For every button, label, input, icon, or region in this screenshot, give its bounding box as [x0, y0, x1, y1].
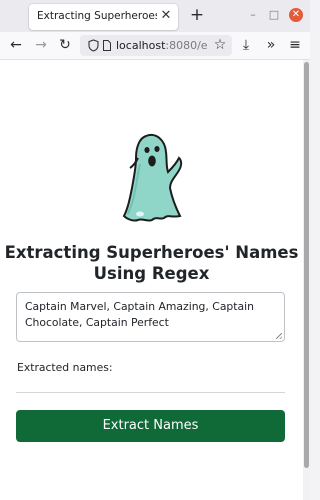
new-tab-icon[interactable]: +: [189, 7, 205, 24]
output-divider: [16, 392, 285, 393]
page-title: Extracting Superheroes' Names Using Rege…: [4, 243, 299, 283]
names-input-value: Captain Marvel, Captain Amazing, Captain…: [25, 300, 254, 329]
resize-handle-icon[interactable]: [276, 333, 282, 339]
browser-window: Extracting Superheroes' Nan ✕ + – □ ✕ ← …: [0, 0, 310, 500]
back-icon[interactable]: ←: [8, 37, 24, 53]
forward-icon[interactable]: →: [33, 37, 49, 53]
url-text: localhost:8080/e: [116, 39, 208, 52]
navigation-bar: ← → ↻ localhost:8080/e ☆ ⤓ » ≡: [0, 32, 310, 60]
browser-tab-active[interactable]: Extracting Superheroes' Nan ✕: [29, 4, 178, 30]
tab-close-icon[interactable]: ✕: [158, 8, 174, 24]
ghost-icon: [122, 134, 183, 222]
overflow-menu-icon[interactable]: »: [263, 37, 279, 53]
hamburger-menu-icon[interactable]: ≡: [287, 37, 303, 53]
window-close-icon[interactable]: ✕: [289, 8, 303, 22]
scrollbar-thumb[interactable]: [304, 62, 309, 468]
shield-icon: [88, 39, 99, 52]
bookmark-star-icon[interactable]: ☆: [212, 37, 228, 53]
page-icon: [103, 40, 111, 51]
minimize-icon[interactable]: –: [246, 8, 260, 22]
maximize-icon[interactable]: □: [267, 8, 281, 22]
page-content: Extracting Superheroes' Names Using Rege…: [0, 60, 303, 500]
url-rest: :8080/e: [165, 39, 208, 52]
url-host: localhost: [116, 39, 166, 52]
page-scrollbar[interactable]: [303, 60, 310, 500]
extracted-names-label: Extracted names:: [17, 361, 113, 374]
reload-icon[interactable]: ↻: [57, 37, 73, 53]
address-bar[interactable]: localhost:8080/e: [80, 35, 232, 56]
names-input-textarea[interactable]: Captain Marvel, Captain Amazing, Captain…: [16, 292, 285, 342]
extract-names-button[interactable]: Extract Names: [16, 410, 285, 442]
tab-strip: Extracting Superheroes' Nan ✕ + – □ ✕: [0, 0, 310, 32]
downloads-icon[interactable]: ⤓: [238, 37, 254, 53]
tab-title: Extracting Superheroes' Nan: [37, 10, 157, 22]
